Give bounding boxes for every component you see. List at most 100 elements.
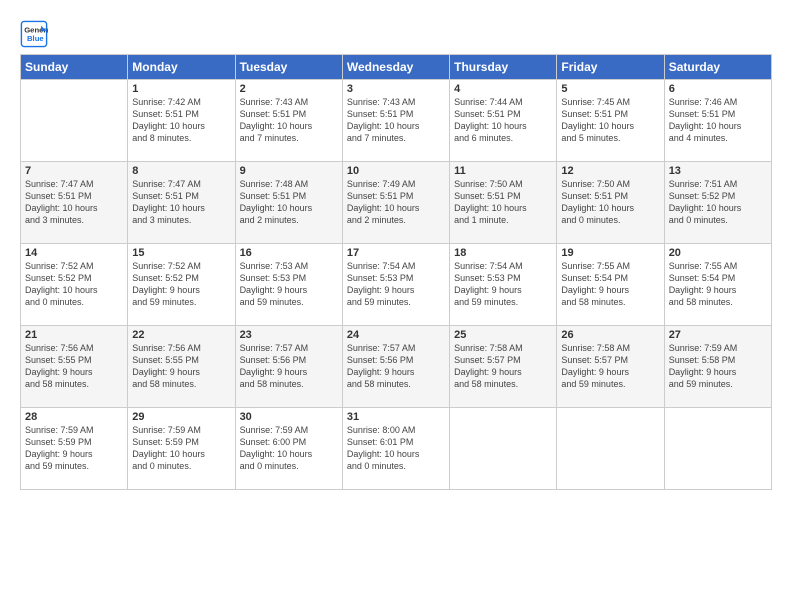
calendar-cell: 24Sunrise: 7:57 AM Sunset: 5:56 PM Dayli… [342,326,449,408]
weekday-header-row: SundayMondayTuesdayWednesdayThursdayFrid… [21,55,772,80]
day-info: Sunrise: 7:56 AM Sunset: 5:55 PM Dayligh… [132,342,230,391]
calendar-cell: 31Sunrise: 8:00 AM Sunset: 6:01 PM Dayli… [342,408,449,490]
day-info: Sunrise: 7:56 AM Sunset: 5:55 PM Dayligh… [25,342,123,391]
day-number: 28 [25,411,123,423]
calendar-cell: 19Sunrise: 7:55 AM Sunset: 5:54 PM Dayli… [557,244,664,326]
logo-icon: General Blue [20,20,48,48]
day-number: 19 [561,247,659,259]
day-number: 30 [240,411,338,423]
day-info: Sunrise: 7:50 AM Sunset: 5:51 PM Dayligh… [454,178,552,227]
day-number: 5 [561,83,659,95]
day-info: Sunrise: 7:55 AM Sunset: 5:54 PM Dayligh… [561,260,659,309]
day-info: Sunrise: 7:55 AM Sunset: 5:54 PM Dayligh… [669,260,767,309]
day-number: 22 [132,329,230,341]
header: General Blue [20,16,772,48]
day-info: Sunrise: 7:48 AM Sunset: 5:51 PM Dayligh… [240,178,338,227]
day-number: 27 [669,329,767,341]
day-number: 14 [25,247,123,259]
day-info: Sunrise: 7:49 AM Sunset: 5:51 PM Dayligh… [347,178,445,227]
day-info: Sunrise: 7:47 AM Sunset: 5:51 PM Dayligh… [25,178,123,227]
day-number: 3 [347,83,445,95]
day-number: 11 [454,165,552,177]
day-info: Sunrise: 7:52 AM Sunset: 5:52 PM Dayligh… [25,260,123,309]
day-number: 18 [454,247,552,259]
calendar-cell: 27Sunrise: 7:59 AM Sunset: 5:58 PM Dayli… [664,326,771,408]
calendar-cell: 25Sunrise: 7:58 AM Sunset: 5:57 PM Dayli… [450,326,557,408]
calendar-cell: 16Sunrise: 7:53 AM Sunset: 5:53 PM Dayli… [235,244,342,326]
day-info: Sunrise: 7:50 AM Sunset: 5:51 PM Dayligh… [561,178,659,227]
day-number: 25 [454,329,552,341]
day-number: 13 [669,165,767,177]
day-number: 31 [347,411,445,423]
day-info: Sunrise: 7:51 AM Sunset: 5:52 PM Dayligh… [669,178,767,227]
day-number: 7 [25,165,123,177]
day-info: Sunrise: 7:53 AM Sunset: 5:53 PM Dayligh… [240,260,338,309]
calendar-cell: 7Sunrise: 7:47 AM Sunset: 5:51 PM Daylig… [21,162,128,244]
day-info: Sunrise: 7:58 AM Sunset: 5:57 PM Dayligh… [561,342,659,391]
calendar-cell: 4Sunrise: 7:44 AM Sunset: 5:51 PM Daylig… [450,80,557,162]
calendar-cell: 28Sunrise: 7:59 AM Sunset: 5:59 PM Dayli… [21,408,128,490]
day-info: Sunrise: 7:59 AM Sunset: 6:00 PM Dayligh… [240,424,338,473]
weekday-header-wednesday: Wednesday [342,55,449,80]
day-info: Sunrise: 7:54 AM Sunset: 5:53 PM Dayligh… [454,260,552,309]
calendar-cell: 11Sunrise: 7:50 AM Sunset: 5:51 PM Dayli… [450,162,557,244]
weekday-header-tuesday: Tuesday [235,55,342,80]
day-info: Sunrise: 7:58 AM Sunset: 5:57 PM Dayligh… [454,342,552,391]
week-row-2: 7Sunrise: 7:47 AM Sunset: 5:51 PM Daylig… [21,162,772,244]
calendar-cell: 6Sunrise: 7:46 AM Sunset: 5:51 PM Daylig… [664,80,771,162]
calendar-cell: 17Sunrise: 7:54 AM Sunset: 5:53 PM Dayli… [342,244,449,326]
calendar-cell: 30Sunrise: 7:59 AM Sunset: 6:00 PM Dayli… [235,408,342,490]
calendar-cell: 9Sunrise: 7:48 AM Sunset: 5:51 PM Daylig… [235,162,342,244]
calendar-cell: 14Sunrise: 7:52 AM Sunset: 5:52 PM Dayli… [21,244,128,326]
calendar-cell: 13Sunrise: 7:51 AM Sunset: 5:52 PM Dayli… [664,162,771,244]
day-number: 12 [561,165,659,177]
calendar-cell: 18Sunrise: 7:54 AM Sunset: 5:53 PM Dayli… [450,244,557,326]
day-number: 26 [561,329,659,341]
calendar-cell: 3Sunrise: 7:43 AM Sunset: 5:51 PM Daylig… [342,80,449,162]
calendar-cell: 12Sunrise: 7:50 AM Sunset: 5:51 PM Dayli… [557,162,664,244]
calendar-cell: 5Sunrise: 7:45 AM Sunset: 5:51 PM Daylig… [557,80,664,162]
calendar-cell: 8Sunrise: 7:47 AM Sunset: 5:51 PM Daylig… [128,162,235,244]
day-info: Sunrise: 7:59 AM Sunset: 5:59 PM Dayligh… [132,424,230,473]
day-number: 24 [347,329,445,341]
weekday-header-thursday: Thursday [450,55,557,80]
calendar-cell [557,408,664,490]
day-info: Sunrise: 7:57 AM Sunset: 5:56 PM Dayligh… [347,342,445,391]
calendar-cell: 20Sunrise: 7:55 AM Sunset: 5:54 PM Dayli… [664,244,771,326]
calendar-cell [664,408,771,490]
calendar-cell: 21Sunrise: 7:56 AM Sunset: 5:55 PM Dayli… [21,326,128,408]
day-number: 10 [347,165,445,177]
calendar-cell: 2Sunrise: 7:43 AM Sunset: 5:51 PM Daylig… [235,80,342,162]
day-info: Sunrise: 7:52 AM Sunset: 5:52 PM Dayligh… [132,260,230,309]
weekday-header-saturday: Saturday [664,55,771,80]
weekday-header-friday: Friday [557,55,664,80]
day-number: 21 [25,329,123,341]
day-info: Sunrise: 7:59 AM Sunset: 5:58 PM Dayligh… [669,342,767,391]
week-row-4: 21Sunrise: 7:56 AM Sunset: 5:55 PM Dayli… [21,326,772,408]
page: General Blue SundayMondayTuesdayWednesda… [0,0,792,612]
day-number: 4 [454,83,552,95]
calendar: SundayMondayTuesdayWednesdayThursdayFrid… [20,54,772,490]
day-info: Sunrise: 7:43 AM Sunset: 5:51 PM Dayligh… [347,96,445,145]
svg-text:Blue: Blue [27,34,44,43]
day-number: 20 [669,247,767,259]
day-number: 2 [240,83,338,95]
calendar-cell: 23Sunrise: 7:57 AM Sunset: 5:56 PM Dayli… [235,326,342,408]
day-number: 1 [132,83,230,95]
day-info: Sunrise: 7:46 AM Sunset: 5:51 PM Dayligh… [669,96,767,145]
calendar-cell: 1Sunrise: 7:42 AM Sunset: 5:51 PM Daylig… [128,80,235,162]
week-row-5: 28 Sunrise: 7:59 AM Sunset: 5:59 PM Dayli… [21,408,772,490]
day-info: Sunrise: 7:54 AM Sunset: 5:53 PM Dayligh… [347,260,445,309]
day-info: Sunrise: 7:42 AM Sunset: 5:51 PM Dayligh… [132,96,230,145]
calendar-cell: 10Sunrise: 7:49 AM Sunset: 5:51 PM Dayli… [342,162,449,244]
calendar-cell: 15Sunrise: 7:52 AM Sunset: 5:52 PM Dayli… [128,244,235,326]
day-number: 16 [240,247,338,259]
week-row-1: 1Sunrise: 7:42 AM Sunset: 5:51 PM Daylig… [21,80,772,162]
day-number: 9 [240,165,338,177]
calendar-cell [21,80,128,162]
week-row-3: 14Sunrise: 7:52 AM Sunset: 5:52 PM Dayli… [21,244,772,326]
weekday-header-monday: Monday [128,55,235,80]
day-number: 15 [132,247,230,259]
day-info: Sunrise: 7:47 AM Sunset: 5:51 PM Dayligh… [132,178,230,227]
logo: General Blue [20,20,50,48]
